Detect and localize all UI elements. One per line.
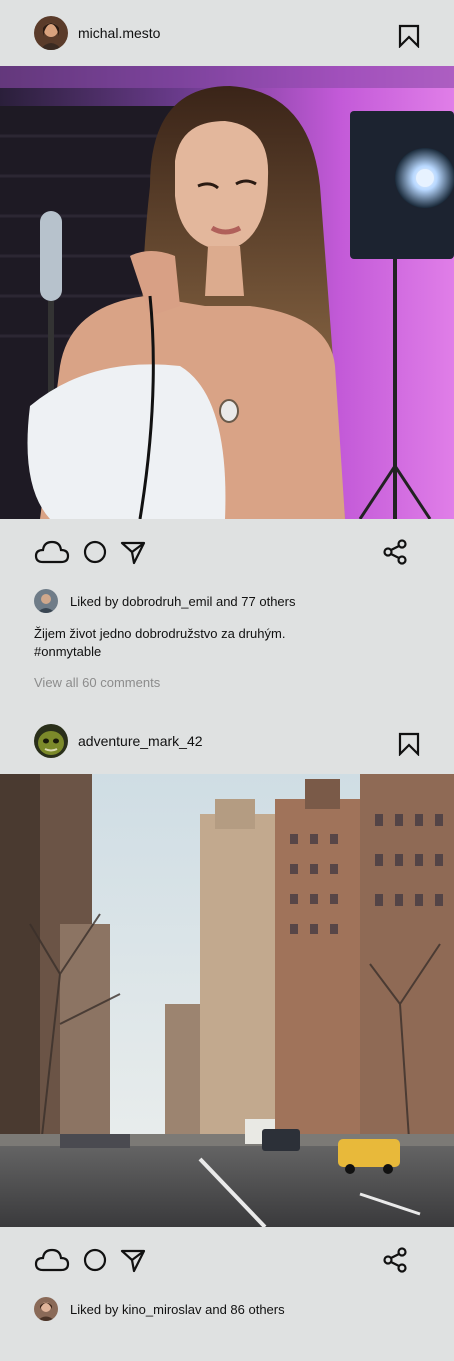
post: michal.mesto Liked by dobrodruh_emil and…: [0, 0, 454, 690]
post-actions: [0, 1227, 454, 1293]
liker-avatar[interactable]: [34, 589, 58, 613]
paper-plane-icon[interactable]: [120, 539, 146, 565]
avatar[interactable]: [34, 16, 68, 50]
post-actions: [0, 519, 454, 585]
caption: Žijem život jedno dobrodružstvo za druhý…: [0, 617, 454, 661]
circle-icon[interactable]: [82, 1247, 108, 1273]
likes-row: Liked by dobrodruh_emil and 77 others: [0, 585, 454, 617]
post-separator: [0, 690, 454, 708]
likes-row: Liked by kino_miroslav and 86 others: [0, 1293, 454, 1325]
post: adventure_mark_42 Liked by kino_miroslav…: [0, 708, 454, 1325]
bookmark-icon[interactable]: [398, 24, 420, 49]
cloud-icon[interactable]: [34, 539, 70, 565]
post-photo[interactable]: [0, 66, 454, 519]
cloud-icon[interactable]: [34, 1247, 70, 1273]
caption-hashtag[interactable]: #onmytable: [34, 643, 420, 661]
feed: michal.mesto Liked by dobrodruh_emil and…: [0, 0, 454, 1325]
post-header: adventure_mark_42: [0, 708, 454, 774]
likes-text[interactable]: Liked by kino_miroslav and 86 others: [70, 1302, 285, 1317]
share-icon[interactable]: [382, 539, 408, 565]
post-header: michal.mesto: [0, 0, 454, 66]
paper-plane-icon[interactable]: [120, 1247, 146, 1273]
username[interactable]: adventure_mark_42: [78, 733, 203, 749]
bookmark-icon[interactable]: [398, 732, 420, 757]
caption-text: Žijem život jedno dobrodružstvo za druhý…: [34, 626, 286, 641]
post-photo[interactable]: [0, 774, 454, 1227]
circle-icon[interactable]: [82, 539, 108, 565]
likes-text[interactable]: Liked by dobrodruh_emil and 77 others: [70, 594, 295, 609]
username[interactable]: michal.mesto: [78, 25, 160, 41]
liker-avatar[interactable]: [34, 1297, 58, 1321]
share-icon[interactable]: [382, 1247, 408, 1273]
view-comments-link[interactable]: View all 60 comments: [0, 661, 454, 690]
avatar[interactable]: [34, 724, 68, 758]
